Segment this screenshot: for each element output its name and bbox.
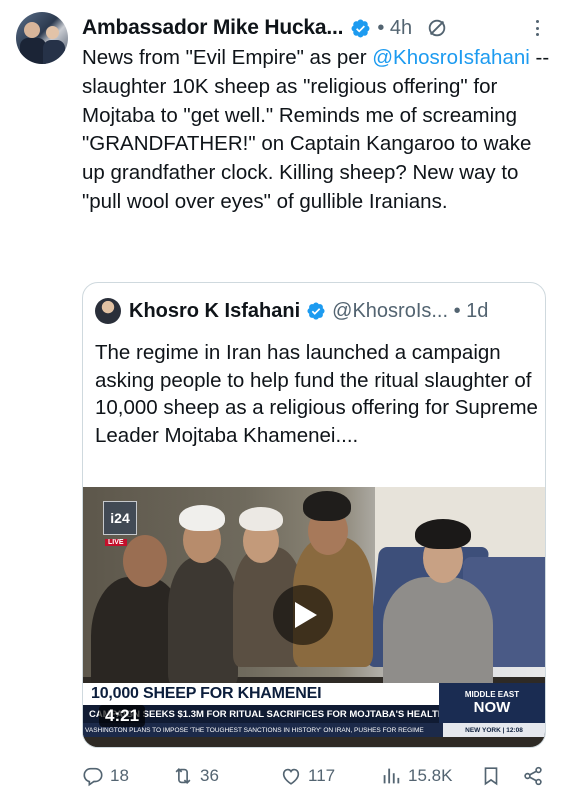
play-button[interactable] <box>273 585 333 645</box>
reply-icon <box>83 767 103 787</box>
quoted-text: The regime in Iran has launched a campai… <box>95 341 538 447</box>
more-options-icon[interactable] <box>528 17 546 39</box>
quoted-avatar[interactable] <box>95 298 121 324</box>
region-label-1: MIDDLE EAST <box>464 690 520 699</box>
views-count: 15.8K <box>408 766 453 785</box>
verified-badge-icon <box>351 19 370 37</box>
author-name[interactable]: Ambassador Mike Hucka... <box>82 16 344 40</box>
quoted-post[interactable]: Khosro K Isfahani @KhosroIs... • 1d The … <box>82 282 546 748</box>
quoted-author-name[interactable]: Khosro K Isfahani <box>129 300 300 323</box>
post-header: Ambassador Mike Hucka... • 4h <box>82 14 546 42</box>
views-icon <box>383 768 400 784</box>
mention-link[interactable]: @KhosroIsfahani <box>372 46 530 69</box>
live-badge: LIVE <box>105 539 127 546</box>
post-timestamp[interactable]: • 4h <box>377 17 412 40</box>
video-duration: 4:21 <box>99 705 146 727</box>
repost-count: 36 <box>200 766 219 785</box>
views-button[interactable]: 15.8K <box>380 765 452 787</box>
post-text: News from "Evil Empire" as per @KhosroIs… <box>82 44 552 217</box>
location-time-badge: NEW YORK | 12:08 <box>443 723 545 737</box>
bookmark-button[interactable] <box>480 765 508 787</box>
channel-logo: i24 <box>103 501 137 535</box>
video-player[interactable]: i24 LIVE 10,000 SHEEP FOR KHAMENEI CAMPA… <box>83 487 545 747</box>
repost-button[interactable]: 36 <box>172 765 219 787</box>
video-headline: 10,000 SHEEP FOR KHAMENEI <box>91 685 322 702</box>
post-text-part: --slaughter 10K sheep as "religious offe… <box>82 46 550 213</box>
post-text-part: News from "Evil Empire" as per <box>82 46 373 69</box>
like-button[interactable]: 117 <box>280 765 335 787</box>
reply-count: 18 <box>110 766 129 785</box>
grok-icon[interactable] <box>426 17 448 39</box>
share-button[interactable] <box>522 765 550 787</box>
region-badge: MIDDLE EAST NOW <box>439 683 545 723</box>
bookmark-icon <box>484 767 498 786</box>
verified-badge-icon <box>307 302 325 320</box>
region-label-2: NOW <box>473 699 511 716</box>
quoted-handle-time: @KhosroIs... • 1d <box>332 299 489 322</box>
share-icon <box>524 766 542 786</box>
post-actions: 18 36 117 15.8K <box>82 762 548 790</box>
location-time: NEW YORK | 12:08 <box>465 726 523 734</box>
post-avatar[interactable] <box>16 12 68 64</box>
quoted-post-header: Khosro K Isfahani @KhosroIs... • 1d <box>95 297 535 325</box>
heart-icon <box>282 768 300 785</box>
repost-icon <box>175 767 191 785</box>
play-icon <box>295 602 317 628</box>
reply-button[interactable]: 18 <box>82 765 129 787</box>
ticker-text: VASHINGTON PLANS TO IMPOSE 'THE TOUGHEST… <box>85 726 424 734</box>
like-count: 117 <box>308 766 336 785</box>
video-headline-bar: 10,000 SHEEP FOR KHAMENEI <box>83 683 439 705</box>
